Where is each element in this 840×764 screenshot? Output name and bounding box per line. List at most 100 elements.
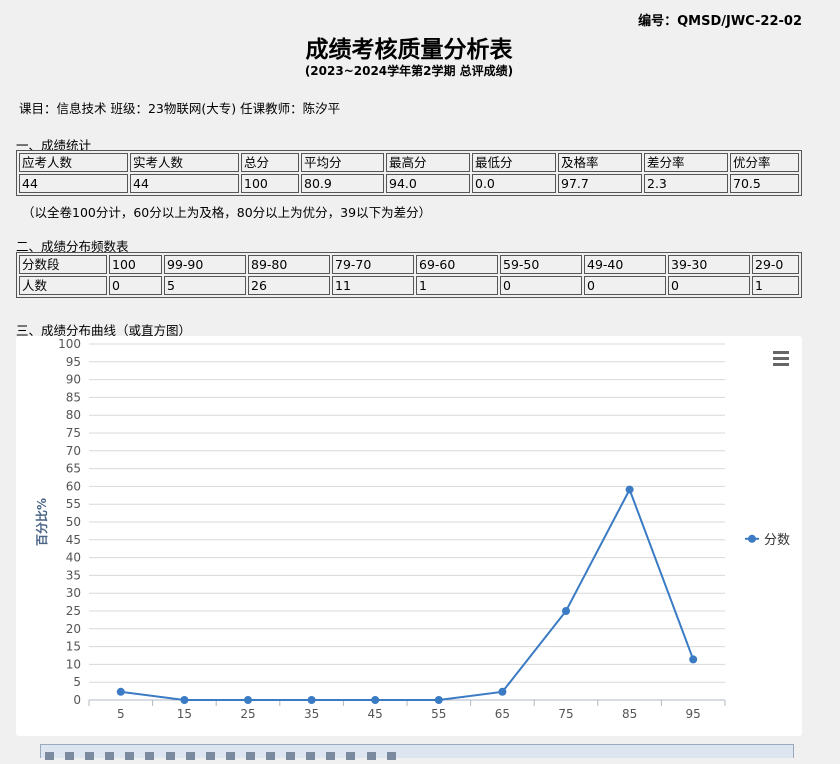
y-axis-title: 百分比% [34, 498, 49, 546]
table-cell: 总分 [241, 153, 299, 172]
y-tick-label: 40 [66, 551, 81, 565]
data-point [562, 607, 570, 615]
grading-note: （以全卷100分计，60分以上为及格，80分以上为优分，39以下为差分） [22, 205, 432, 220]
y-tick-label: 60 [66, 479, 81, 493]
x-tick-label: 5 [117, 707, 125, 721]
x-tick-label: 85 [622, 707, 637, 721]
strikethrough-icon[interactable] [205, 752, 215, 760]
y-tick-label: 80 [66, 408, 81, 422]
table-cell: 0 [109, 276, 162, 295]
x-tick-label: 55 [431, 707, 446, 721]
text-color-icon[interactable] [225, 752, 235, 760]
image-icon[interactable] [366, 752, 376, 760]
y-tick-label: 75 [66, 426, 81, 440]
align-right-icon[interactable] [326, 752, 336, 760]
document-code: 编号：QMSD/JWC-22-02 [638, 14, 802, 29]
y-tick-label: 95 [66, 355, 81, 369]
data-point [244, 696, 252, 704]
menu-bar [773, 351, 789, 354]
data-point [498, 687, 507, 696]
legend-marker [748, 534, 756, 543]
underline-icon[interactable] [185, 752, 195, 760]
course-info: 课目：信息技术 班级：23物联网(大专) 任课教师：陈汐平 [19, 101, 341, 116]
table-icon[interactable] [346, 752, 356, 760]
score-stats-table: 应考人数 实考人数 总分 平均分 最高分 最低分 及格率 差分率 优分率 44 … [16, 150, 802, 196]
table-cell: 应考人数 [19, 153, 128, 172]
x-tick-label: 75 [558, 707, 573, 721]
table-cell: 0.0 [472, 174, 556, 193]
y-tick-label: 45 [66, 533, 81, 547]
table-cell: 2.3 [644, 174, 728, 193]
y-tick-label: 100 [58, 337, 81, 351]
y-tick-label: 85 [66, 390, 81, 404]
data-point [625, 485, 634, 494]
table-cell: 5 [164, 276, 246, 295]
copy-icon[interactable] [65, 752, 75, 760]
data-point [116, 687, 125, 696]
table-cell: 49-40 [584, 255, 666, 274]
y-tick-label: 35 [66, 568, 81, 582]
table-cell: 97.7 [558, 174, 642, 193]
data-point [180, 696, 189, 704]
table-cell: 差分率 [644, 153, 728, 172]
data-point [371, 696, 380, 704]
table-row: 人数 0 5 26 11 1 0 0 0 1 [19, 276, 799, 295]
data-point [689, 655, 698, 664]
source-icon[interactable] [386, 752, 396, 760]
y-tick-label: 65 [66, 462, 81, 476]
y-tick-label: 55 [66, 497, 81, 511]
y-tick-label: 10 [66, 657, 81, 671]
x-tick-label: 45 [368, 707, 383, 721]
page-title: 成绩考核质量分析表 [305, 37, 513, 63]
table-cell: 69-60 [416, 255, 498, 274]
table-cell: 59-50 [500, 255, 582, 274]
x-tick-label: 95 [686, 707, 701, 721]
table-cell: 39-30 [668, 255, 750, 274]
data-point [434, 696, 443, 704]
table-cell: 70.5 [730, 174, 799, 193]
page-subtitle: (2023~2024学年第2学期 总评成绩) [304, 64, 514, 78]
table-cell: 89-80 [248, 255, 330, 274]
chart-canvas: 0 5 10 15 20 25 30 35 40 45 50 55 60 65 70 75 80 85 90 95 10… [34, 337, 790, 721]
y-tick-label: 30 [66, 586, 81, 600]
italic-icon[interactable] [165, 752, 175, 760]
bg-color-icon[interactable] [245, 752, 255, 760]
align-left-icon[interactable] [286, 752, 296, 760]
y-tick-label: 90 [66, 373, 81, 387]
menu-bar [773, 357, 789, 360]
y-tick-label: 25 [66, 604, 81, 618]
table-cell: 最高分 [386, 153, 470, 172]
format-icon[interactable] [266, 752, 276, 760]
table-cell: 0 [584, 276, 666, 295]
bold-icon[interactable] [145, 752, 155, 760]
cut-icon[interactable] [45, 752, 54, 760]
paste-icon[interactable] [85, 752, 95, 760]
align-center-icon[interactable] [306, 752, 316, 760]
table-cell: 29-0 [752, 255, 799, 274]
unlink-icon[interactable] [125, 752, 135, 760]
chart-menu-icon[interactable] [773, 351, 789, 366]
table-cell: 最低分 [472, 153, 556, 172]
table-cell: 1 [752, 276, 799, 295]
table-cell: 0 [500, 276, 582, 295]
table-cell: 80.9 [301, 174, 384, 193]
link-icon[interactable] [105, 752, 115, 760]
y-tick-label: 20 [66, 622, 81, 636]
table-row: 应考人数 实考人数 总分 平均分 最高分 最低分 及格率 差分率 优分率 [19, 153, 799, 172]
y-tick-label: 0 [73, 693, 81, 707]
table-cell: 44 [19, 174, 128, 193]
table-cell: 0 [668, 276, 750, 295]
table-cell: 100 [109, 255, 162, 274]
distribution-chart: 0 5 10 15 20 25 30 35 40 45 50 55 60 65 70 75 80 85 90 95 10… [16, 336, 802, 736]
frequency-table: 分数段 100 99-90 89-80 79-70 69-60 59-50 49… [16, 252, 802, 298]
table-cell: 1 [416, 276, 498, 295]
y-tick-label: 70 [66, 444, 81, 458]
legend-label: 分数 [764, 533, 790, 548]
table-cell: 人数 [19, 276, 107, 295]
x-tick-label: 35 [304, 707, 319, 721]
table-cell: 94.0 [386, 174, 470, 193]
table-cell: 实考人数 [130, 153, 239, 172]
table-cell: 99-90 [164, 255, 246, 274]
x-tick-label: 25 [240, 707, 255, 721]
table-cell: 100 [241, 174, 299, 193]
